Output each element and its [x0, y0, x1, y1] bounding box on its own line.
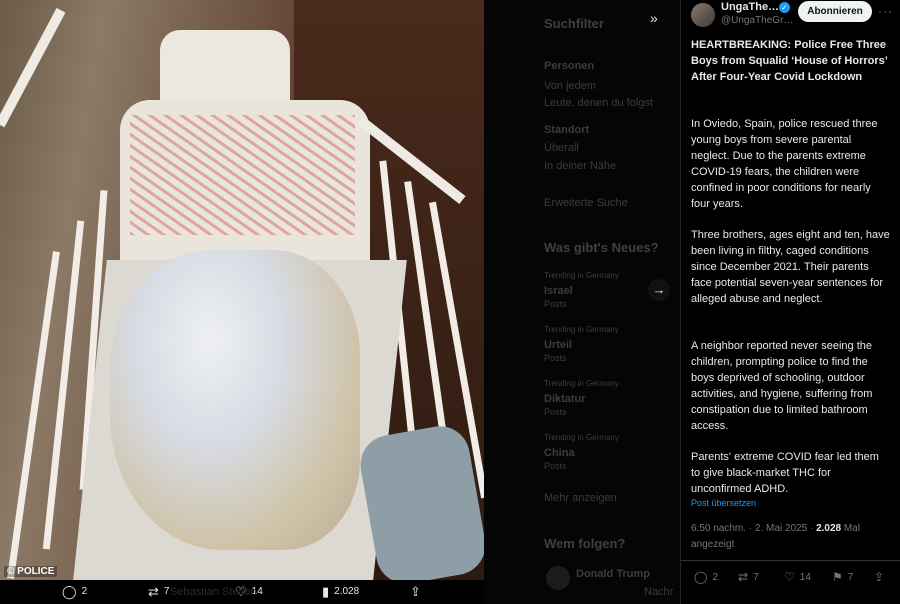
people-option-following[interactable]: Leute, denen du folgst [544, 97, 653, 109]
display-name[interactable]: UngaThe… [721, 1, 779, 13]
background-page: Suchfilter Personen Von jedem Leute, den… [484, 0, 680, 604]
like-button[interactable]: ♡ 14 [784, 570, 811, 584]
photo-crib-far-board [160, 30, 290, 110]
repost-count: 7 [753, 571, 759, 583]
repost-icon: ⇄ [148, 584, 159, 599]
photo-blanket [110, 250, 360, 550]
photo-reply-button[interactable]: ◯ 2 [62, 585, 87, 598]
post-paragraph: In Oviedo, Spain, police rescued three y… [691, 118, 878, 210]
who-to-follow-title: Wem folgen? [544, 536, 626, 551]
photo-repost-count: 7 [163, 586, 170, 597]
post-headline: HEARTBREAKING: Police Free Three Boys fr… [691, 39, 888, 83]
trend-count: Posts [544, 461, 567, 471]
post-paragraph: A neighbor reported never seeing the chi… [691, 340, 873, 432]
people-label: Personen [544, 60, 595, 72]
like-count: 14 [799, 571, 811, 583]
share-button[interactable]: ⇪ [874, 570, 884, 584]
trend-title[interactable]: Israel [544, 285, 573, 297]
trend-category: Trending in Germany [544, 271, 619, 280]
bookmark-count: 7 [847, 571, 854, 583]
location-option-near[interactable]: In deiner Nähe [544, 160, 616, 172]
photo-views-button[interactable]: ▮ 2.028 [322, 585, 359, 598]
post-paragraph: Three brothers, ages eight and ten, have… [691, 229, 890, 305]
post-photo[interactable]: © POLICE [0, 0, 484, 580]
photo-share-button[interactable]: ⇪ [410, 585, 421, 598]
bookmark-icon: ⚑ [832, 570, 843, 584]
photo-crayon-drawing [130, 115, 355, 235]
share-icon: ⇪ [410, 584, 421, 599]
repost-button[interactable]: ⇄ 7 [738, 570, 759, 584]
partial-name-behind: Sebastian Steffen [170, 586, 257, 598]
photo-watermark: © POLICE [4, 566, 58, 577]
photo-views-count: 2.028 [334, 586, 360, 597]
divider [681, 560, 900, 561]
trend-title[interactable]: China [544, 447, 575, 459]
share-icon: ⇪ [874, 570, 885, 584]
double-chevron-right-icon: » [650, 10, 658, 26]
trend-title[interactable]: Diktatur [544, 393, 586, 405]
chart-icon: ▮ [322, 584, 330, 599]
photo-crib-bar [7, 251, 60, 579]
suggestion-name[interactable]: Donald Trump [576, 568, 650, 580]
search-filter-title: Suchfilter [544, 16, 604, 31]
reply-count: 2 [712, 571, 718, 583]
avatar[interactable] [691, 3, 715, 27]
post-meta: 6:50 nachm. · 2. Mai 2025 · 2.028 Mal an… [691, 521, 891, 553]
follow-button[interactable]: Abonnieren [798, 1, 872, 22]
next-image-button[interactable]: → [648, 279, 670, 301]
post-timestamp[interactable]: 6:50 nachm. · 2. Mai 2025 · [691, 523, 813, 534]
photo-crib-bar [42, 220, 85, 550]
trend-count: Posts [544, 353, 567, 363]
user-handle[interactable]: @UngaTheGr… [721, 15, 793, 26]
trend-count: Posts [544, 407, 567, 417]
people-option-anyone[interactable]: Von jedem [544, 80, 596, 92]
reply-button[interactable]: ◯ 2 [694, 570, 718, 584]
suggestion-avatar [546, 566, 570, 590]
arrow-right-icon: → [652, 282, 666, 297]
partial-suggestion-text: Nachr [644, 586, 674, 598]
post-paragraph: Parents' extreme COVID fear led them to … [691, 451, 879, 495]
bookmark-button[interactable]: ⚑ 7 [832, 570, 853, 584]
more-options-icon[interactable]: ··· [878, 4, 893, 18]
translate-post-link[interactable]: Post übersetzen [691, 498, 756, 508]
repost-icon: ⇄ [738, 570, 749, 584]
whats-new-title: Was gibt's Neues? [544, 240, 659, 255]
photo-repost-button[interactable]: ⇄ 7 [148, 585, 169, 598]
photo-reply-count: 2 [81, 586, 88, 597]
location-label: Standort [544, 124, 590, 136]
reply-icon: ◯ [694, 570, 708, 584]
photo-crib-rail-left [0, 7, 66, 128]
trend-title[interactable]: Urteil [544, 339, 572, 351]
location-option-anywhere[interactable]: Überall [544, 142, 579, 154]
heart-icon: ♡ [784, 570, 795, 584]
post-views-count: 2.028 [816, 523, 842, 534]
trend-category: Trending in Germany [544, 433, 619, 442]
advanced-search-link[interactable]: Erweiterte Suche [544, 197, 628, 209]
trend-category: Trending in Germany [544, 379, 619, 388]
show-more-link[interactable]: Mehr anzeigen [544, 492, 617, 504]
reply-icon: ◯ [62, 584, 77, 599]
trend-category: Trending in Germany [544, 325, 619, 334]
collapse-panel-button[interactable]: » [650, 10, 658, 26]
verified-badge-icon: ✓ [779, 2, 790, 13]
trend-count: Posts [544, 299, 567, 309]
